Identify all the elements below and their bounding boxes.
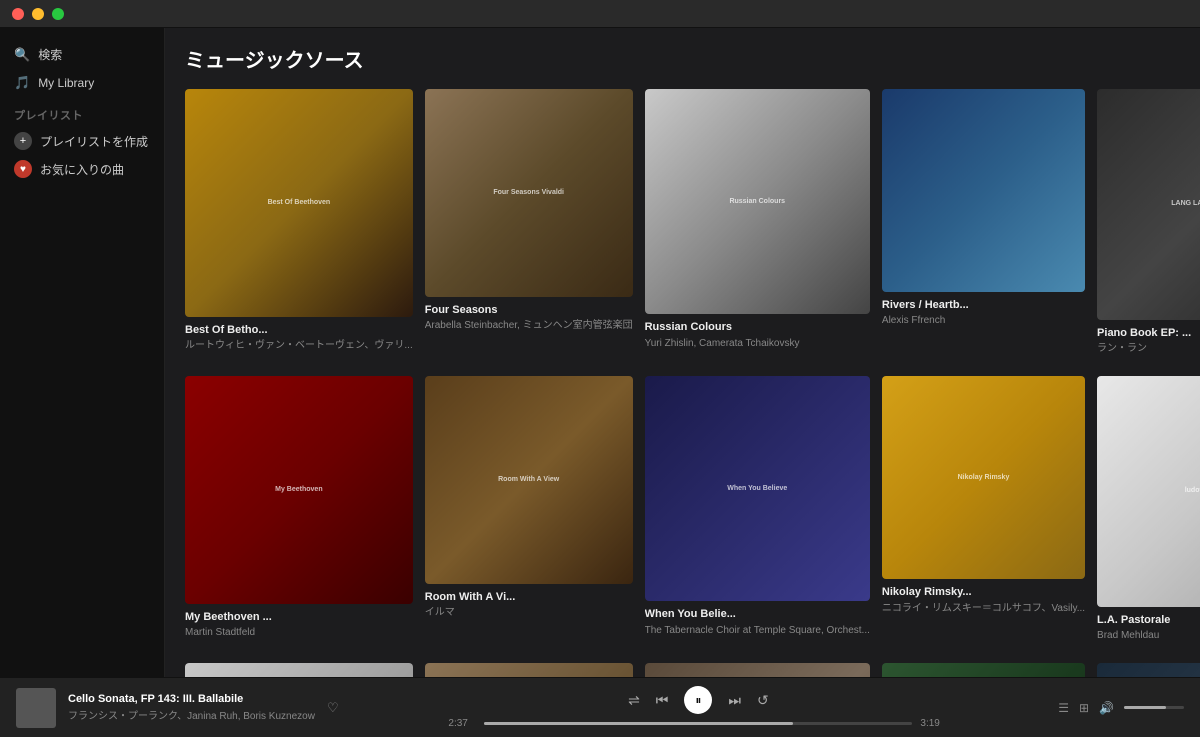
album-grid: Best Of Beethoven Best Of Betho... ルートウィヒ・…	[185, 89, 1180, 677]
search-label: 検索	[38, 46, 62, 63]
album-title: My Beethoven ...	[185, 610, 413, 624]
favorites-button[interactable]: ♥ お気に入りの曲	[0, 155, 164, 183]
player-controls: ⇌ ⏮ ⏸ ⏭ ↺ 2:37 3:19	[351, 686, 1047, 729]
album-art: Room With A View	[425, 376, 633, 584]
album-title: Four Seasons	[425, 303, 633, 317]
album-artist: Yuri Zhislin, Camerata Tchaikovsky	[645, 337, 870, 350]
volume-bar[interactable]	[1124, 706, 1184, 709]
progress-bar[interactable]	[484, 722, 912, 725]
album-artist: ルートウィヒ・ヴァン・ベートーヴェン、ヴァリ...	[185, 339, 413, 352]
shuffle-button[interactable]: ⇌	[628, 692, 640, 709]
create-playlist-label: プレイリストを作成	[40, 133, 148, 150]
player-heart-button[interactable]: ♡	[327, 700, 339, 716]
album-artist: Brad Mehldau	[1097, 629, 1200, 642]
album-title: Piano Book EP: ...	[1097, 326, 1200, 340]
library-label: My Library	[38, 76, 94, 90]
album-art: Beethoven Piano	[185, 663, 413, 677]
album-art: Four Seasons Vivaldi	[425, 89, 633, 297]
album-art: Best Of Beethoven	[185, 89, 413, 317]
library-icon: 🎵	[14, 75, 30, 91]
page-title: ミュージックソース	[185, 44, 1180, 73]
previous-button[interactable]: ⏮	[656, 692, 669, 709]
play-pause-button[interactable]: ⏸	[684, 686, 712, 714]
album-art	[882, 89, 1085, 292]
progress-row: 2:37 3:19	[448, 718, 948, 729]
album-artist: イルマ	[425, 606, 633, 619]
album-card[interactable]: Room With A View Room With A Vi... イルマ	[425, 376, 633, 647]
total-time: 3:19	[920, 718, 948, 729]
app-body: 🔍 検索 🎵 My Library プレイリスト + プレイリストを作成 ♥ お…	[0, 28, 1200, 677]
album-art: Nikolay Rimsky	[882, 376, 1085, 579]
main-content: ミュージックソース Best Of Beethoven Best Of Betho…	[165, 28, 1200, 677]
player-album-art	[16, 688, 56, 728]
album-title: Best Of Betho...	[185, 323, 413, 337]
volume-icon[interactable]: 🔊	[1099, 701, 1114, 715]
album-art: My Beethoven	[185, 376, 413, 604]
player-bar: Cello Sonata, FP 143: III. Ballabile フラン…	[0, 677, 1200, 737]
player-right-controls: ☰ ⊞ 🔊	[1058, 701, 1184, 715]
player-track-title: Cello Sonata, FP 143: III. Ballabile	[68, 693, 315, 705]
progress-fill	[484, 722, 792, 725]
album-art: Russian Colours	[645, 89, 870, 314]
maximize-button[interactable]	[52, 8, 64, 20]
album-card[interactable]: Four Seasons Vivaldi Four Seasons Arabella…	[425, 89, 633, 360]
album-title: L.A. Pastorale	[1097, 613, 1200, 627]
control-buttons: ⇌ ⏮ ⏸ ⏭ ↺	[628, 686, 769, 714]
grid-icon[interactable]: ⊞	[1079, 701, 1089, 715]
add-icon: +	[14, 132, 32, 150]
sidebar: 🔍 検索 🎵 My Library プレイリスト + プレイリストを作成 ♥ お…	[0, 28, 165, 677]
album-art: When You Believe	[645, 376, 870, 601]
album-art	[645, 663, 870, 677]
album-card[interactable]: Rivers / Heartb... Alexis Ffrench	[882, 89, 1085, 360]
album-artist: Alexis Ffrench	[882, 314, 1085, 327]
minimize-button[interactable]	[32, 8, 44, 20]
album-card[interactable]: Beethoven AroundBeethoven Aro...ルートウィヒ・ヴ…	[1097, 663, 1200, 677]
album-artist: ニコライ・リムスキー＝コルサコフ、Vasily...	[882, 602, 1085, 615]
album-title: Nikolay Rimsky...	[882, 585, 1085, 599]
album-card[interactable]: LANG LANG Piano Book Piano Book EP: ... ラン…	[1097, 89, 1200, 360]
album-title: Rivers / Heartb...	[882, 298, 1085, 312]
sidebar-item-search[interactable]: 🔍 検索	[0, 40, 164, 69]
sidebar-item-library[interactable]: 🎵 My Library	[0, 69, 164, 97]
create-playlist-button[interactable]: + プレイリストを作成	[0, 127, 164, 155]
album-title: Room With A Vi...	[425, 590, 633, 604]
album-card[interactable]: When You Believe When You Belie... The Tab…	[645, 376, 870, 647]
current-time: 2:37	[448, 718, 476, 729]
album-artist: Arabella Steinbacher, ミュンヘン室内管弦楽団	[425, 319, 633, 332]
album-art: ludovico einaudi	[1097, 376, 1200, 607]
next-button[interactable]: ⏭	[728, 692, 741, 709]
player-track-info: Cello Sonata, FP 143: III. Ballabile フラン…	[68, 693, 315, 722]
album-card[interactable]: Nikolay Rimsky Nikolay Rimsky... ニコライ・リムスキ…	[882, 376, 1085, 647]
album-title: When You Belie...	[645, 607, 870, 621]
album-card[interactable]: Russian Colours Russian Colours Yuri Zhisl…	[645, 89, 870, 360]
album-art: DRIVEWAYS	[425, 663, 633, 677]
search-icon: 🔍	[14, 47, 30, 63]
album-card[interactable]: TröstrapporterJacob Mühlrad, Joel Lyssar…	[645, 663, 870, 677]
album-artist: Martin Stadtfeld	[185, 626, 413, 639]
album-artist: ラン・ラン	[1097, 342, 1200, 355]
album-art: British Violin	[882, 663, 1085, 677]
album-card[interactable]: Beethoven PianoBeethoven: Pia...小澤征爾, マル…	[185, 663, 413, 677]
repeat-button[interactable]: ↺	[757, 692, 769, 709]
volume-fill	[1124, 706, 1166, 709]
album-art: Beethoven Around	[1097, 663, 1200, 677]
album-card[interactable]: My Beethoven My Beethoven ... Martin Stadt…	[185, 376, 413, 647]
album-card[interactable]: ludovico einaudi L.A. Pastorale Brad Mehld…	[1097, 376, 1200, 647]
album-artist: The Tabernacle Choir at Temple Square, O…	[645, 624, 870, 637]
album-card[interactable]: Best Of Beethoven Best Of Betho... ルートウィヒ・…	[185, 89, 413, 360]
close-button[interactable]	[12, 8, 24, 20]
player-track-artist: フランシス・プーランク、Janina Ruh, Boris Kuznezow	[68, 707, 315, 722]
favorites-label: お気に入りの曲	[40, 161, 124, 178]
album-title: Russian Colours	[645, 320, 870, 334]
album-card[interactable]: British ViolinBritish Violin So...Tasmin…	[882, 663, 1085, 677]
heart-icon: ♥	[14, 160, 32, 178]
list-icon[interactable]: ☰	[1058, 701, 1069, 715]
playlist-section-label: プレイリスト	[0, 97, 164, 127]
album-card[interactable]: DRIVEWAYSDriveways (Ori...Jay Wadley	[425, 663, 633, 677]
title-bar	[0, 0, 1200, 28]
album-art: LANG LANG Piano Book	[1097, 89, 1200, 320]
